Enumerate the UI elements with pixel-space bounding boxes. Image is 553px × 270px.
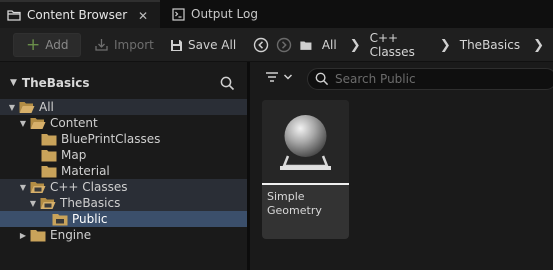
folder-icon <box>300 40 312 50</box>
search-field[interactable] <box>307 68 553 90</box>
tab-output-log[interactable]: Output Log <box>164 0 274 28</box>
tab-label: Output Log <box>191 7 258 21</box>
close-icon[interactable]: ✕ <box>138 9 148 23</box>
add-label: Add <box>45 38 69 52</box>
asset-name: Simple Geometry <box>267 190 322 217</box>
tree-item-label: TheBasics <box>60 196 121 210</box>
cpp-folder-icon <box>30 181 46 193</box>
tree-item-cpp-classes[interactable]: ▼ C++ Classes <box>0 179 247 195</box>
breadcrumb-item-all[interactable]: All <box>322 38 337 52</box>
cpp-folder-icon <box>52 213 68 225</box>
folder-open-icon <box>19 101 35 113</box>
tree-item-blueprintclasses[interactable]: BluePrintClasses <box>0 131 247 147</box>
back-arrow-icon[interactable] <box>253 37 269 53</box>
expand-arrow-icon[interactable]: ▼ <box>18 119 28 128</box>
breadcrumb-item-thebasics[interactable]: TheBasics <box>460 38 520 52</box>
triangle-down-icon: ▼ <box>10 78 17 88</box>
terminal-icon <box>171 7 185 21</box>
folder-icon <box>7 8 21 22</box>
chevron-right-icon: ❯ <box>533 37 544 53</box>
search-icon <box>315 72 329 86</box>
filter-icon <box>266 72 278 82</box>
sources-panel: ▼ TheBasics ▼ All ▼ Content BluePrintCla… <box>0 62 250 270</box>
search-input[interactable] <box>335 72 535 86</box>
folder-icon <box>41 149 57 161</box>
tree-item-label: All <box>39 100 54 114</box>
tree-item-label: BluePrintClasses <box>61 132 161 146</box>
tree-item-map[interactable]: Map <box>0 147 247 163</box>
cpp-folder-icon <box>40 197 56 209</box>
save-icon <box>171 39 182 51</box>
tree-item-all[interactable]: ▼ All <box>0 99 247 115</box>
save-all-label: Save All <box>188 38 237 52</box>
asset-thumbnail <box>262 100 349 183</box>
expand-arrow-icon[interactable]: ▼ <box>28 199 38 208</box>
import-label: Import <box>114 38 154 52</box>
import-button[interactable]: Import <box>94 33 154 57</box>
tree-item-content[interactable]: ▼ Content <box>0 115 247 131</box>
sources-title: TheBasics <box>21 76 90 90</box>
folder-icon <box>41 165 57 177</box>
tree-item-label: Content <box>50 116 98 130</box>
save-all-button[interactable]: Save All <box>170 33 236 57</box>
asset-type-bar <box>262 183 349 185</box>
breadcrumb: All ❯ C++ Classes ❯ TheBasics ❯ <box>300 31 553 59</box>
filter-button[interactable] <box>265 71 293 83</box>
forward-arrow-icon[interactable] <box>276 37 292 53</box>
chevron-right-icon: ❯ <box>349 37 361 53</box>
folder-open-icon <box>30 117 46 129</box>
sources-header[interactable]: ▼ TheBasics <box>0 68 247 98</box>
tab-content-browser[interactable]: Content Browser ✕ <box>0 0 160 28</box>
chevron-down-icon <box>283 74 293 80</box>
chevron-right-icon: ❯ <box>439 37 451 53</box>
tree-item-label: Engine <box>50 228 92 242</box>
folder-icon <box>30 229 46 241</box>
tree-item-label: Public <box>72 212 108 226</box>
tree-item-thebasics[interactable]: ▼ TheBasics <box>0 195 247 211</box>
asset-view: Simple Geometry <box>253 62 553 270</box>
tree-item-label: Map <box>61 148 87 162</box>
expand-arrow-icon[interactable]: ▼ <box>18 183 28 192</box>
toolbar: + Add Import Save All All ❯ C++ Classes … <box>0 28 553 62</box>
expand-arrow-icon[interactable]: ▼ <box>7 103 17 112</box>
tree-item-label: C++ Classes <box>50 180 128 194</box>
add-button[interactable]: + Add <box>13 33 81 57</box>
import-icon <box>95 39 108 51</box>
search-icon[interactable] <box>220 76 235 91</box>
tree-item-label: Material <box>61 164 110 178</box>
tab-bar: Content Browser ✕ Output Log <box>0 0 553 28</box>
tree-item-engine[interactable]: ▶ Engine <box>0 227 247 243</box>
tree-item-material[interactable]: Material <box>0 163 247 179</box>
tab-label: Content Browser <box>27 8 128 22</box>
folder-icon <box>41 133 57 145</box>
cpp-class-icon <box>280 115 331 170</box>
breadcrumb-item-cpp-classes[interactable]: C++ Classes <box>370 31 427 59</box>
collapse-arrow-icon[interactable]: ▶ <box>18 231 28 240</box>
plus-icon: + <box>26 34 41 55</box>
asset-tile[interactable]: Simple Geometry <box>262 100 349 239</box>
tree-item-public[interactable]: Public <box>0 211 247 227</box>
